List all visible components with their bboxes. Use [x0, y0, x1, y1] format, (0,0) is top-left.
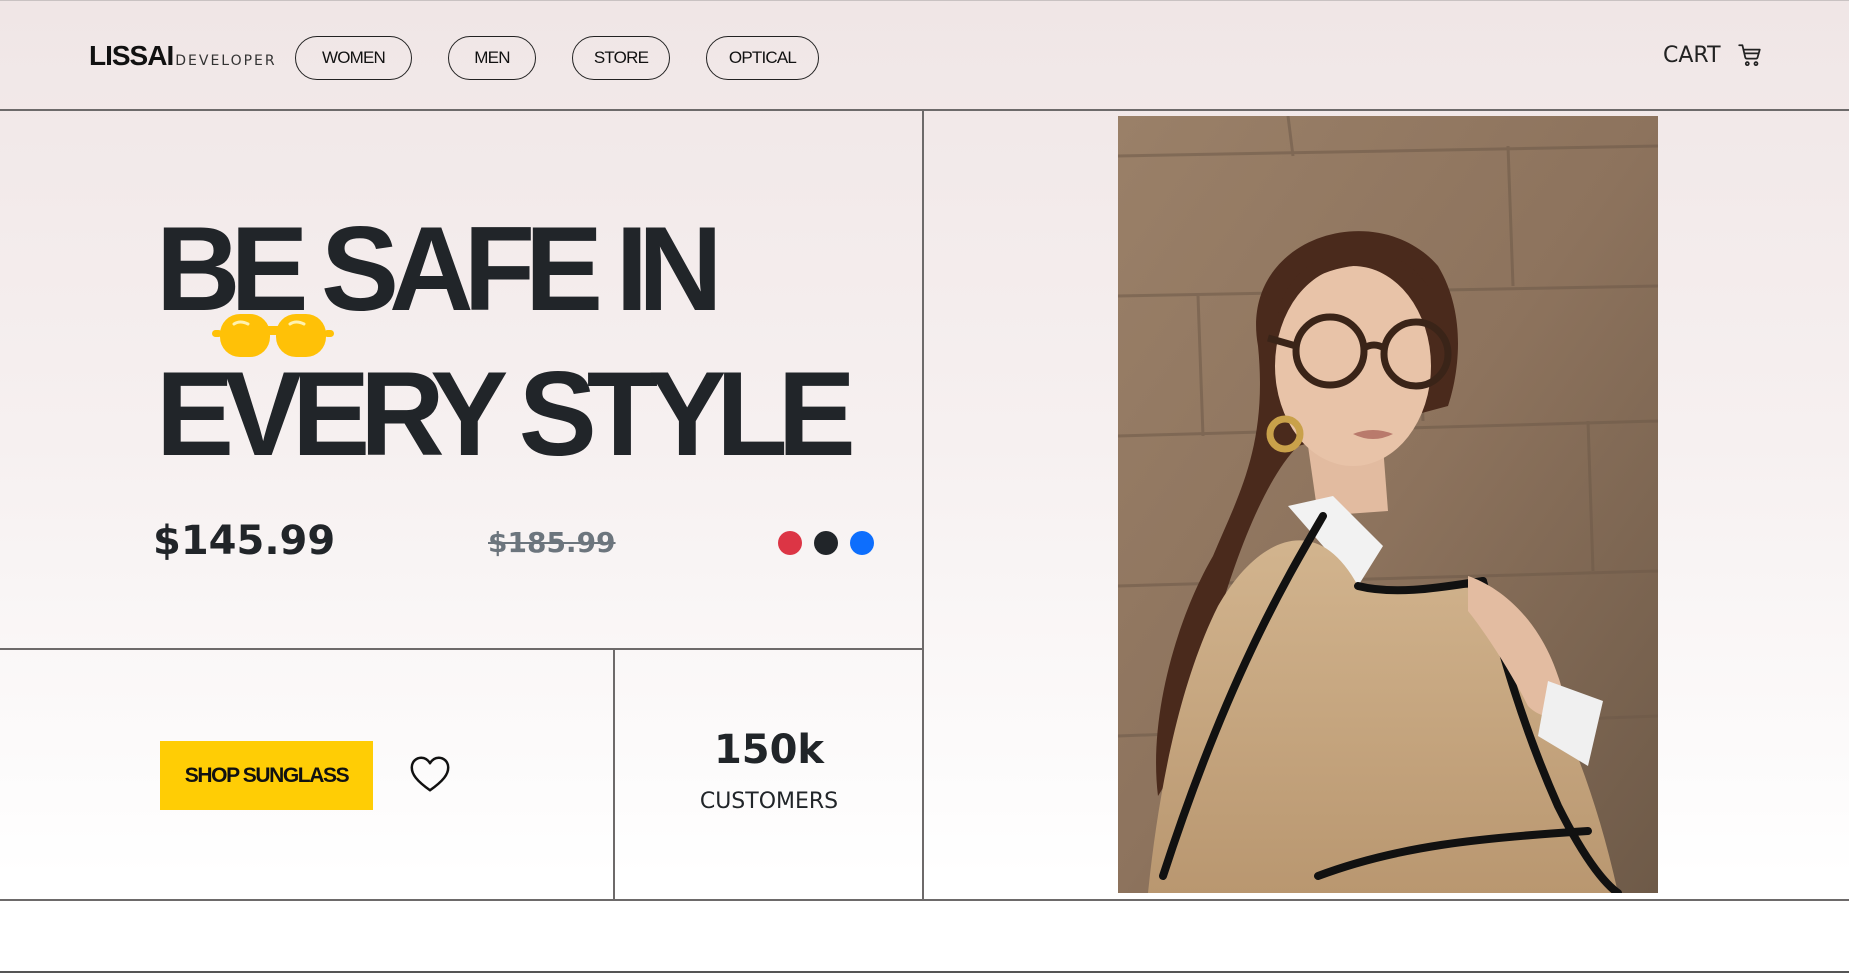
- color-swatch-blue[interactable]: [850, 531, 874, 555]
- logo[interactable]: LISSAI DEVELOPER: [89, 40, 277, 72]
- shop-sunglass-button[interactable]: SHOP SUNGLASS: [160, 741, 373, 810]
- header-divider: [0, 109, 1849, 111]
- nav-optical-button[interactable]: OPTICAL: [706, 36, 819, 80]
- model-photo: [1118, 116, 1658, 893]
- nav-men-button[interactable]: MEN: [448, 36, 536, 80]
- logo-main-text: LISSAI: [89, 40, 174, 71]
- customer-count: 150k: [713, 727, 825, 773]
- customer-label: CUSTOMERS: [699, 789, 839, 814]
- vertical-divider-main: [922, 110, 924, 900]
- logo-sub-text: DEVELOPER: [175, 53, 277, 69]
- heart-icon[interactable]: [406, 751, 454, 797]
- bottom-divider: [0, 899, 1849, 901]
- color-swatch-black[interactable]: [814, 531, 838, 555]
- vertical-divider-stats: [613, 649, 615, 900]
- hero-divider: [0, 648, 924, 650]
- cart-button[interactable]: CART: [1663, 42, 1763, 68]
- hero-title-line2: EVERY STYLE: [156, 346, 856, 481]
- current-price: $145.99: [153, 518, 336, 564]
- cart-icon: [1737, 44, 1761, 67]
- hero-title-line1: BE SAFE IN: [156, 201, 723, 336]
- nav-women-button[interactable]: WOMEN: [295, 36, 412, 80]
- old-price: $185.99: [488, 526, 616, 559]
- cart-label: CART: [1663, 42, 1721, 68]
- site-header: LISSAI DEVELOPER WOMEN MEN STORE OPTICAL…: [0, 0, 1849, 110]
- nav-store-button[interactable]: STORE: [572, 36, 670, 80]
- color-swatch-red[interactable]: [778, 531, 802, 555]
